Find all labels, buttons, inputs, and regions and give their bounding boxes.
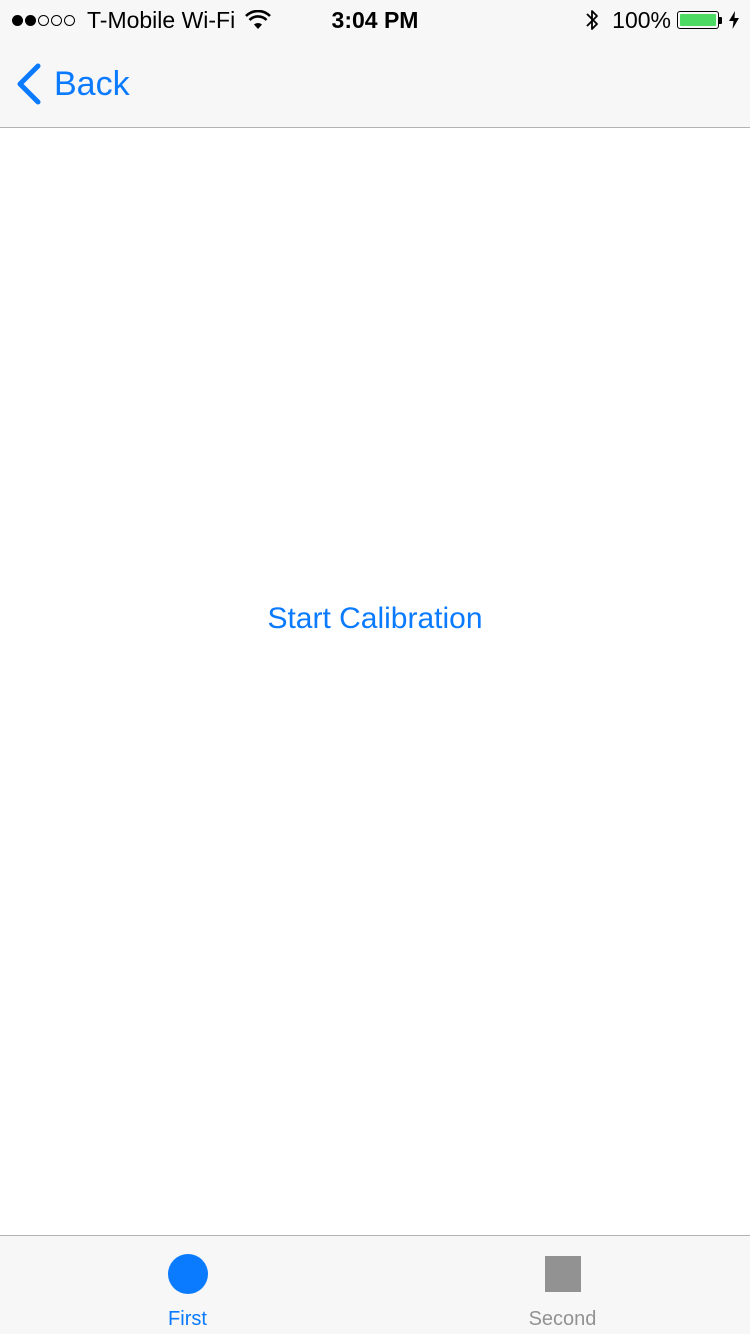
back-button[interactable]: Back <box>14 60 130 108</box>
tab-second[interactable]: Second <box>375 1236 750 1334</box>
start-calibration-button[interactable]: Start Calibration <box>0 602 750 636</box>
status-bar: T-Mobile Wi-Fi 3:04 PM 100% <box>0 0 750 40</box>
battery-percent: 100% <box>612 6 671 33</box>
tab-second-label: Second <box>528 1308 597 1330</box>
main-content: Start Calibration <box>0 128 750 1235</box>
status-right: 100% <box>584 6 740 34</box>
circle-icon <box>167 1254 208 1294</box>
back-label: Back <box>54 64 130 103</box>
tab-first-label: First <box>168 1308 207 1330</box>
battery-fill <box>680 14 716 26</box>
tab-bar: First Second <box>0 1235 750 1334</box>
charging-bolt-icon <box>729 11 739 29</box>
tab-first[interactable]: First <box>0 1236 375 1334</box>
battery-tip <box>719 16 722 24</box>
chevron-left-icon <box>17 63 41 105</box>
battery-icon <box>677 11 719 29</box>
bluetooth-icon <box>586 10 599 30</box>
square-icon <box>544 1256 581 1292</box>
screen: T-Mobile Wi-Fi 3:04 PM 100% Back Start C… <box>0 0 750 1334</box>
navigation-bar: Back <box>0 40 750 128</box>
